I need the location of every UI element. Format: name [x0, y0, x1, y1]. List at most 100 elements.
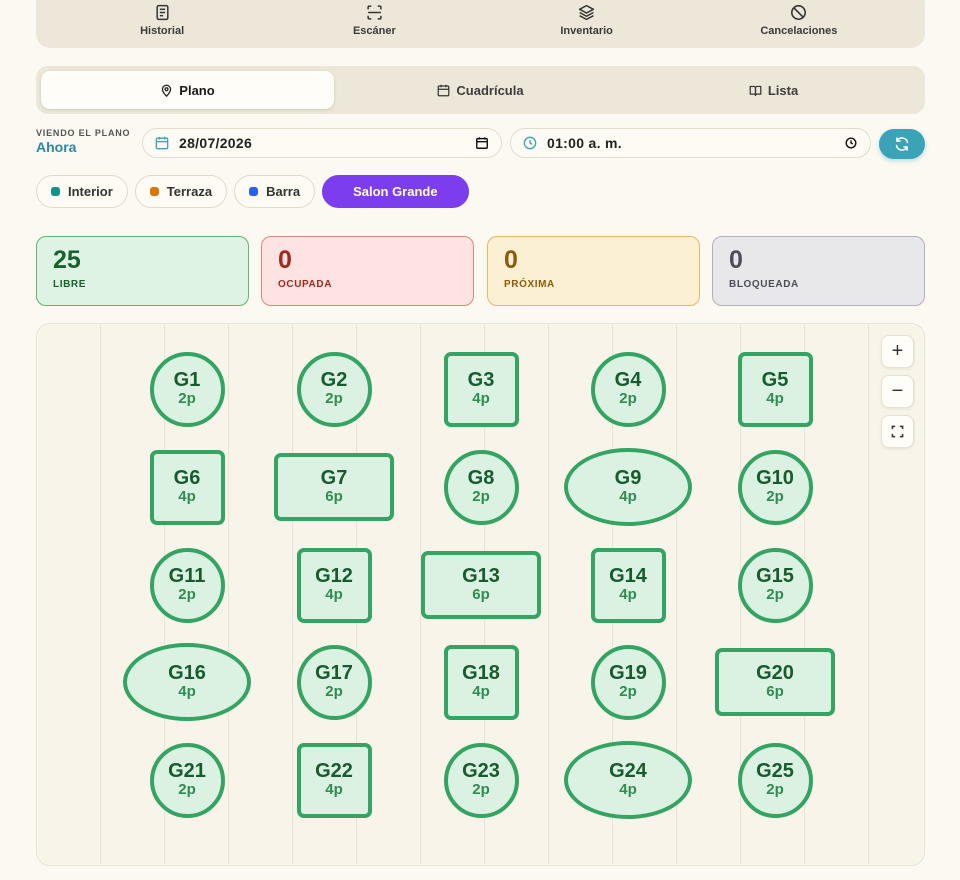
table-name: G8 [467, 467, 495, 490]
zone-label: Interior [68, 184, 113, 199]
table-g17[interactable]: G17 2p [296, 644, 372, 720]
zone-color-dot [249, 187, 259, 196]
zone-chip-barra[interactable]: Barra [234, 175, 316, 208]
table-g4[interactable]: G4 2p [590, 351, 666, 427]
table-g12[interactable]: G12 4p [296, 547, 372, 623]
stat-ocupada[interactable]: 0 OCUPADA [261, 236, 474, 306]
nav-cancelaciones[interactable]: Cancelaciones [709, 4, 889, 37]
view-tabs: Plano Cuadrícula Lista [36, 66, 925, 114]
nav-label: Escáner [352, 25, 396, 37]
refresh-icon [895, 137, 909, 151]
table-g6[interactable]: G6 4p [149, 449, 225, 525]
table-g5[interactable]: G5 4p [737, 351, 813, 427]
table-g23[interactable]: G23 2p [443, 742, 519, 818]
table-g15[interactable]: G15 2p [737, 547, 813, 623]
table-name: G20 [756, 662, 794, 685]
minus-icon: − [891, 380, 904, 402]
table-g19[interactable]: G19 2p [590, 644, 666, 720]
table-capacity: 4p [766, 390, 784, 408]
table-g18[interactable]: G18 4p [443, 644, 519, 720]
zone-chip-terraza[interactable]: Terraza [134, 175, 228, 208]
zone-label: Terraza [166, 184, 213, 199]
table-capacity: 4p [178, 683, 196, 701]
table-g16[interactable]: G16 4p [123, 643, 251, 721]
nav-label: Historial [140, 25, 185, 37]
table-capacity: 4p [619, 488, 637, 506]
date-field[interactable]: 28/07/2026 [142, 128, 502, 158]
table-g3[interactable]: G3 4p [443, 351, 519, 427]
table-name: G25 [756, 760, 794, 783]
table-capacity: 4p [178, 488, 196, 506]
table-capacity: 4p [619, 586, 637, 604]
layers-icon [578, 4, 595, 21]
nav-label: Cancelaciones [760, 25, 838, 37]
table-name: G22 [315, 760, 353, 783]
table-name: G7 [320, 467, 348, 490]
stat-proxima[interactable]: 0 PRÓXIMA [487, 236, 700, 306]
tab-label: Cuadrícula [456, 82, 524, 98]
zoom-out-button[interactable]: − [881, 375, 914, 408]
table-g1[interactable]: G1 2p [149, 351, 225, 427]
calendar-picker-icon[interactable] [475, 136, 489, 150]
nav-escaner[interactable]: Escáner [284, 4, 464, 37]
tab-plano[interactable]: Plano [41, 71, 334, 109]
table-g7[interactable]: G7 6p [274, 453, 394, 521]
table-name: G2 [320, 369, 348, 392]
stat-count: 25 [53, 246, 81, 274]
fit-screen-button[interactable] [881, 415, 914, 448]
stat-bloqueada[interactable]: 0 BLOQUEADA [712, 236, 925, 306]
viewing-label: VIENDO EL PLANO [36, 128, 131, 138]
time-value: 01:00 a. m. [547, 135, 622, 151]
time-field[interactable]: 01:00 a. m. [510, 128, 871, 158]
floor-plan[interactable]: G25 2p G24 4p G23 2p G22 4p G21 2p G20 6p G19 2p G18 4p… [36, 323, 925, 866]
stat-label: PRÓXIMA [504, 278, 555, 290]
table-name: G6 [173, 467, 201, 490]
table-capacity: 2p [178, 586, 196, 604]
scan-icon [367, 5, 382, 20]
stat-label: OCUPADA [278, 278, 333, 290]
table-capacity: 2p [178, 390, 196, 408]
table-g22[interactable]: G22 4p [296, 742, 372, 818]
table-capacity: 4p [472, 683, 490, 701]
stat-count: 0 [729, 246, 743, 274]
table-capacity: 2p [472, 781, 490, 799]
table-g20[interactable]: G20 6p [715, 648, 835, 716]
table-g2[interactable]: G2 2p [296, 351, 372, 427]
table-capacity: 6p [766, 683, 784, 701]
table-g9[interactable]: G9 4p [564, 448, 692, 526]
zone-color-dot [149, 187, 159, 196]
table-g21[interactable]: G21 2p [149, 742, 225, 818]
table-g13[interactable]: G13 6p [421, 551, 541, 619]
table-name: G13 [462, 565, 500, 588]
viewing-value: Ahora [36, 139, 77, 155]
zone-chip-salon-grande[interactable]: Salon Grande [322, 175, 469, 208]
table-capacity: 2p [178, 781, 196, 799]
table-g25[interactable]: G25 2p [737, 742, 813, 818]
table-name: G17 [315, 662, 353, 685]
table-g11[interactable]: G11 2p [149, 547, 225, 623]
table-name: G15 [756, 565, 794, 588]
ban-icon [791, 5, 807, 20]
clock-picker-icon[interactable] [844, 136, 858, 150]
table-g10[interactable]: G10 2p [737, 449, 813, 525]
table-g14[interactable]: G14 4p [590, 547, 666, 623]
tab-cuadricula[interactable]: Cuadrícula [334, 71, 627, 109]
plus-icon: + [891, 340, 904, 362]
top-nav: Historial Escáner Inventario Cancelacion… [36, 0, 925, 48]
stat-count: 0 [278, 246, 292, 274]
zoom-in-button[interactable]: + [881, 335, 914, 368]
table-capacity: 2p [472, 488, 490, 506]
refresh-button[interactable] [879, 129, 925, 159]
table-capacity: 2p [619, 683, 637, 701]
table-g24[interactable]: G24 4p [564, 741, 692, 819]
table-capacity: 2p [325, 390, 343, 408]
stat-label: BLOQUEADA [729, 278, 799, 290]
nav-inventario[interactable]: Inventario [497, 4, 677, 37]
nav-historial[interactable]: Historial [72, 4, 252, 37]
zone-chip-interior[interactable]: Interior [36, 175, 128, 208]
table-g8[interactable]: G8 2p [443, 449, 519, 525]
tab-lista[interactable]: Lista [627, 71, 920, 109]
stat-libre[interactable]: 25 LIBRE [36, 236, 249, 306]
table-name: G4 [614, 369, 642, 392]
table-name: G23 [462, 760, 500, 783]
